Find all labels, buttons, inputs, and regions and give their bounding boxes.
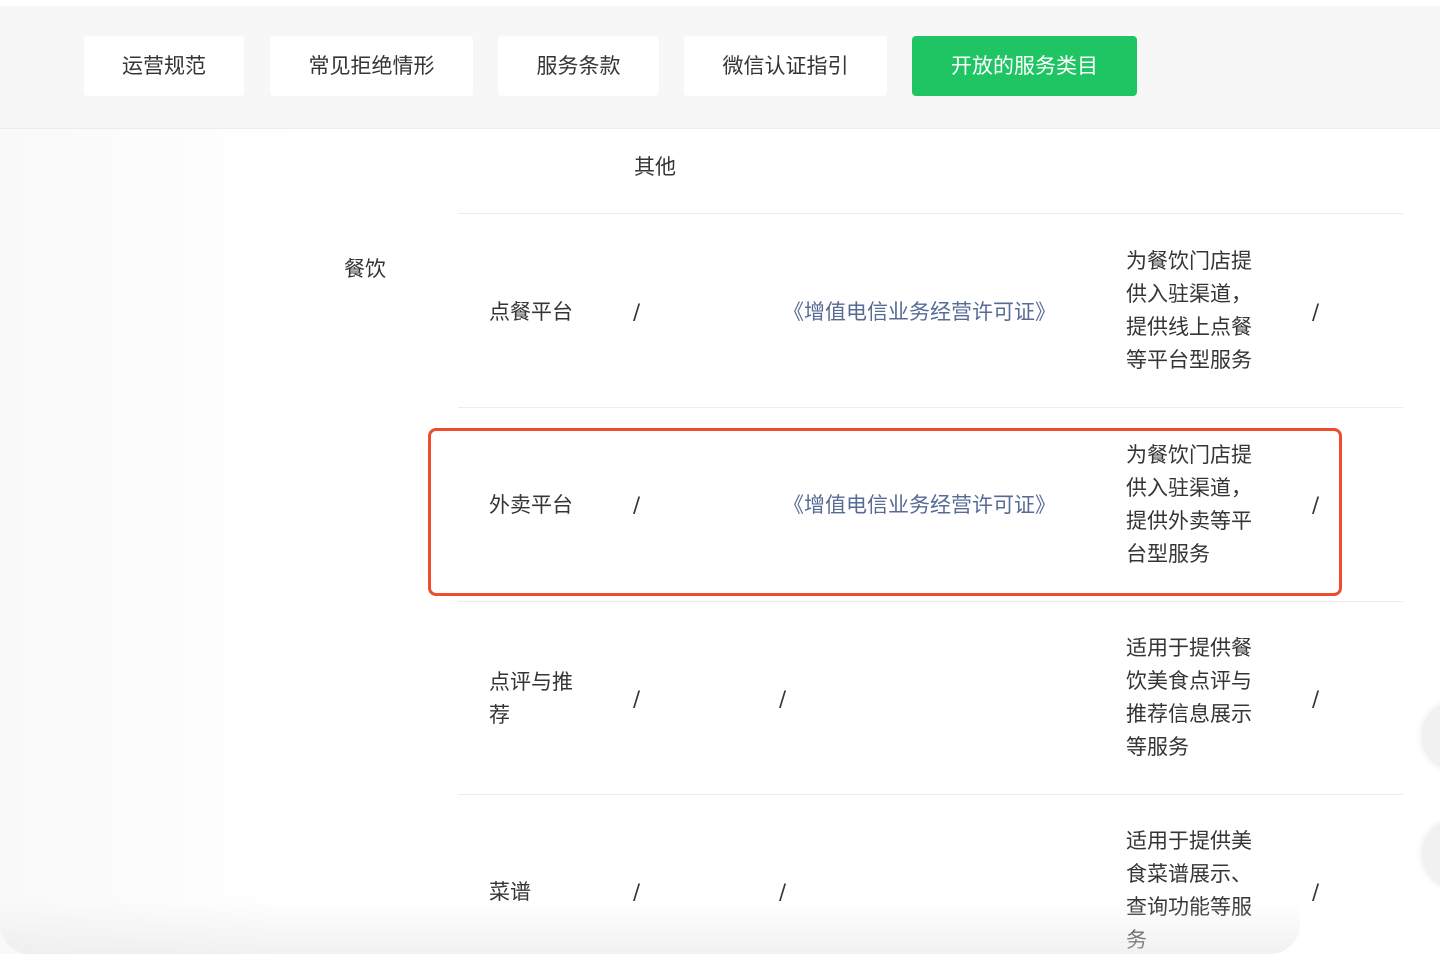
tab-bar: 运营规范 常见拒绝情形 服务条款 微信认证指引 开放的服务类目 <box>0 6 1440 129</box>
row-name-ordering-platform: 点餐平台 <box>489 300 573 324</box>
row-description: 适用于提供美 食菜谱展示、 查询功能等服 务 <box>1126 829 1252 952</box>
row-description: 为餐饮门店提 供入驻渠道， 提供外卖等平 台型服务 <box>1126 443 1252 566</box>
row-divider <box>458 407 1403 408</box>
row-divider <box>458 794 1403 795</box>
category-label-catering: 餐饮 <box>344 257 386 281</box>
row-divider <box>458 213 1403 214</box>
tab-open-service-categories[interactable]: 开放的服务类目 <box>912 36 1137 96</box>
tab-wechat-verification-guide[interactable]: 微信认证指引 <box>684 36 887 96</box>
row-divider <box>458 601 1403 602</box>
row-license: / <box>779 880 787 904</box>
row-name-recipes: 菜谱 <box>489 880 531 904</box>
row-name-reviews-recommendations: 点评与推 荐 <box>489 670 573 727</box>
row-col5: / <box>1312 493 1320 517</box>
row-col2: / <box>633 300 641 324</box>
row-name-delivery-platform: 外卖平台 <box>489 493 573 517</box>
row-col5: / <box>1312 880 1320 904</box>
license-link[interactable]: 《增值电信业务经营许可证》 <box>783 489 1056 522</box>
row-col2: / <box>633 687 641 711</box>
table-header-other: 其他 <box>634 155 676 179</box>
row-col5: / <box>1312 300 1320 324</box>
tab-operation-rules[interactable]: 运营规范 <box>84 36 244 96</box>
row-license: / <box>779 687 787 711</box>
row-description: 为餐饮门店提 供入驻渠道， 提供线上点餐 等平台型服务 <box>1126 249 1252 372</box>
row-col5: / <box>1312 687 1320 711</box>
tab-terms-of-service[interactable]: 服务条款 <box>498 36 659 96</box>
tab-common-rejections[interactable]: 常见拒绝情形 <box>270 36 473 96</box>
row-col2: / <box>633 880 641 904</box>
row-description: 适用于提供餐 饮美食点评与 推荐信息展示 等服务 <box>1126 636 1252 759</box>
license-link[interactable]: 《增值电信业务经营许可证》 <box>783 296 1056 329</box>
row-col2: / <box>633 493 641 517</box>
